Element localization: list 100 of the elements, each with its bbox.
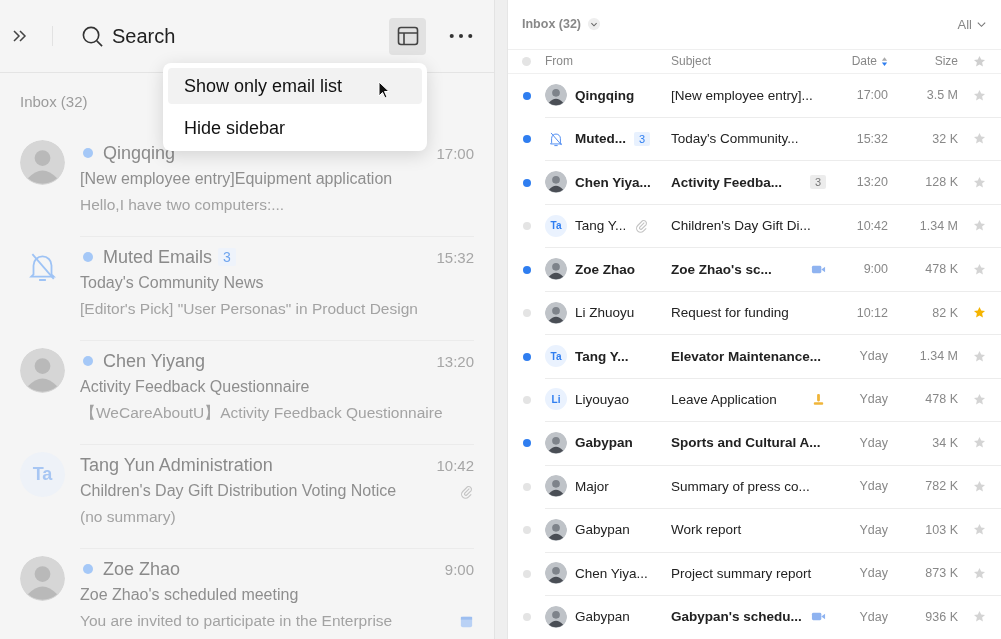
email-date: Yday xyxy=(858,609,888,624)
email-size: 3.5 M xyxy=(925,88,958,103)
avatar-silhouette-icon xyxy=(545,605,567,628)
sender-name: Li Zhuoyu xyxy=(575,305,635,321)
avatar-silhouette-icon xyxy=(545,84,567,107)
email-date: Yday xyxy=(858,522,888,537)
star-icon[interactable] xyxy=(973,175,986,189)
sender-name: Gabypan xyxy=(575,435,633,451)
avatar-silhouette-icon xyxy=(20,140,65,185)
star-icon[interactable] xyxy=(973,436,986,450)
star-icon[interactable] xyxy=(973,88,986,102)
message-count: 3 xyxy=(218,248,236,266)
email-subject: Summary of press co... xyxy=(671,478,810,494)
sort-icon xyxy=(881,55,888,67)
column-header[interactable]: Date xyxy=(826,54,888,69)
message-subject: Today's Community News xyxy=(80,274,264,292)
avatar-silhouette-icon xyxy=(545,171,567,194)
email-size: 32 K xyxy=(931,131,958,146)
star-icon[interactable] xyxy=(973,479,986,493)
email-subject: Project summary report xyxy=(671,565,812,581)
avatar-silhouette-icon xyxy=(545,562,567,585)
star-icon[interactable] xyxy=(973,392,986,406)
message-time: 9:00 xyxy=(444,560,474,578)
sender-name: Tang Y... xyxy=(575,218,627,234)
email-date: 10:12 xyxy=(855,305,888,320)
sender-name: Muted Emails xyxy=(103,246,213,268)
sender-name: Chen Yiya... xyxy=(575,174,651,190)
email-date: Yday xyxy=(858,392,888,407)
sender-name: Chen Yiyang xyxy=(103,350,206,372)
email-date: 17:00 xyxy=(855,88,888,103)
star-icon[interactable] xyxy=(973,219,986,233)
email-subject: [New employee entry]... xyxy=(671,87,813,103)
email-size: 103 K xyxy=(924,522,958,537)
sender-name: Tang Y... xyxy=(575,348,629,364)
email-size: 478 K xyxy=(924,392,958,407)
avatar-silhouette-icon xyxy=(20,348,65,393)
more-icon[interactable] xyxy=(448,32,474,40)
star-icon[interactable] xyxy=(973,610,986,624)
email-size: 34 K xyxy=(931,435,958,450)
read-status-dot-icon xyxy=(522,56,531,66)
message-subject: Zoe Zhao's scheduled meeting xyxy=(80,586,299,604)
star-icon[interactable] xyxy=(973,306,986,320)
column-header[interactable]: From xyxy=(545,54,671,69)
email-size: 478 K xyxy=(924,262,958,277)
email-subject: Children's Day Gift Di... xyxy=(671,218,811,234)
message-count: 3 xyxy=(809,175,826,190)
star-icon[interactable] xyxy=(973,132,986,146)
email-size: 782 K xyxy=(924,479,958,494)
message-preview: 【WeCareAboutU】Activity Feedback Questionnaire xyxy=(80,402,443,423)
menu-item[interactable]: Show only email list xyxy=(168,68,422,104)
star-icon[interactable] xyxy=(973,566,986,580)
email-size: 1.34 M xyxy=(918,349,958,363)
initials-avatar: Li xyxy=(545,388,567,411)
avatar-silhouette-icon xyxy=(545,475,567,498)
layout-button[interactable] xyxy=(389,17,426,55)
sender-name: Qingqing xyxy=(575,87,635,103)
message-time: 13:20 xyxy=(436,352,474,370)
sender-name: Gabypan xyxy=(575,522,630,538)
email-date: Yday xyxy=(858,349,888,363)
sender-name: Chen Yiya... xyxy=(575,565,648,581)
avatar-silhouette-icon xyxy=(545,258,567,281)
sender-name: Zoe Zhao xyxy=(575,261,635,277)
search-field[interactable]: Search xyxy=(112,24,312,48)
sender-name: Muted... xyxy=(575,131,626,147)
email-subject: Activity Feedba... xyxy=(671,174,783,190)
email-subject: Request for funding xyxy=(671,305,789,321)
email-size: 936 K xyxy=(924,609,958,624)
email-subject: Work report xyxy=(671,522,742,538)
inbox-title: Inbox (32) xyxy=(522,17,582,32)
column-header[interactable]: Size xyxy=(888,54,958,69)
search-icon xyxy=(81,24,104,48)
avatar-silhouette-icon xyxy=(545,431,567,454)
email-subject: Leave Application xyxy=(671,391,777,407)
message-preview: (no summary) xyxy=(80,508,176,526)
star-icon[interactable] xyxy=(973,262,986,276)
sender-name: Major xyxy=(575,478,609,494)
email-date: 15:32 xyxy=(855,131,888,146)
avatar-silhouette-icon xyxy=(545,301,567,324)
column-header[interactable]: Subject xyxy=(671,54,826,69)
message-preview: [Editor's Pick] "User Personas" in Product Design xyxy=(80,300,418,318)
email-subject: Today's Community... xyxy=(671,131,799,147)
star-icon[interactable] xyxy=(973,523,986,537)
cursor-icon xyxy=(378,81,390,99)
message-subject: [New employee entry]Equipment application xyxy=(80,170,393,188)
star-icon[interactable] xyxy=(973,349,986,363)
dropdown-caret-icon[interactable] xyxy=(587,17,602,32)
filter-dropdown[interactable]: All xyxy=(957,17,987,32)
initials-avatar: Ta xyxy=(545,214,567,237)
message-time: 15:32 xyxy=(436,248,474,266)
email-subject: Gabypan's schedu... xyxy=(671,609,802,625)
email-size: 1.34 M xyxy=(918,218,958,233)
message-time: 10:42 xyxy=(436,456,474,474)
sender-name: Zoe Zhao xyxy=(103,558,181,580)
avatar-silhouette-icon xyxy=(545,518,567,541)
email-size: 873 K xyxy=(924,566,958,581)
message-preview: You are invited to participate in the Enterprise xyxy=(80,612,393,630)
email-date: 9:00 xyxy=(862,262,888,277)
caret-icon xyxy=(976,19,987,30)
message-count: 3 xyxy=(634,131,651,146)
message-subject: Children's Day Gift Distribution Voting Notice xyxy=(80,482,397,500)
